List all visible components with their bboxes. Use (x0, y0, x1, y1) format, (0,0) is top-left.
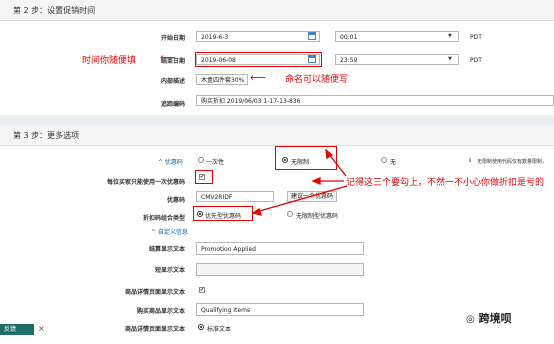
claim-unlimited-radio[interactable] (282, 157, 288, 163)
time-note: 时间你随便填 (82, 56, 137, 66)
coupon-label: 优惠码 (166, 197, 185, 204)
chevron-down-icon: ▼ (448, 33, 452, 39)
claim-hint: 无限制使用代码仅有数量限制。 (477, 159, 548, 165)
purchase-text-input[interactable]: Qualifying Items (196, 303, 364, 316)
combo-priority-label: 优先型优惠码 (205, 213, 242, 220)
per-customer-label: 每位买家只能使用一次优惠码 (106, 179, 185, 186)
combo-unlimited-label: 无限制型优惠码 (296, 213, 339, 220)
timezone-label: PDT (470, 34, 482, 41)
arrow-left-icon: ⟵ (250, 71, 266, 84)
detail-display-checkbox[interactable]: ✔ (199, 287, 205, 293)
info-icon: ℹ (469, 157, 472, 164)
purchase-text-value: Qualifying Items (201, 307, 251, 314)
internal-desc-value: 木盒四件套30% (201, 77, 245, 84)
claim-code-toggle[interactable]: ^ 优惠码 (158, 157, 183, 166)
name-note: 命名可以随便写 (285, 75, 349, 85)
start-date-value: 2019-6-3 (201, 34, 229, 41)
checkout-text-value: Promotion Applied (201, 246, 256, 253)
coupon-value: CMV2RIDF (201, 194, 233, 201)
feedback-tab[interactable]: 反馈 (0, 324, 34, 335)
claim-unlimited-label: 无限制 (291, 159, 310, 166)
claim-none-radio[interactable] (381, 157, 387, 163)
step2-header: 第 2 步：设置促销时间 (0, 0, 554, 21)
calendar-icon[interactable] (308, 32, 316, 40)
purchase-text-label: 购买商品显示文本 (136, 308, 185, 315)
tracking-value: 购买折扣 2019/06/03 1-17-13-836 (201, 98, 301, 105)
check-icon: ✔ (200, 287, 205, 293)
internal-desc-input[interactable]: 木盒四件套30% (196, 74, 248, 85)
step2-title: 第 2 步：设置促销时间 (13, 6, 96, 15)
combo-type-label: 折扣码组合类型 (142, 215, 185, 222)
tracking-label: 追踪编码 (160, 101, 185, 108)
detail-page-label: 商品详情页面显示文本 (124, 326, 185, 333)
start-time-value: 00:01 (340, 34, 358, 41)
internal-desc-label: 内部描述 (160, 78, 185, 85)
wechat-icon: ◎ (466, 314, 475, 325)
checkout-text-input[interactable]: Promotion Applied (196, 242, 364, 255)
end-time-value: 23:59 (340, 57, 358, 64)
start-date-label: 开始日期 (160, 35, 185, 42)
checkout-text-label: 结算显示文本 (148, 246, 185, 253)
combo-priority-radio[interactable] (197, 211, 203, 217)
start-time-select[interactable]: 00:01 (335, 31, 459, 42)
close-icon[interactable]: × (38, 324, 45, 333)
watermark: ◎ 跨境呗 (466, 310, 512, 326)
tracking-input[interactable]: 购买折扣 2019/06/03 1-17-13-836 (196, 95, 554, 106)
custom-info-toggle[interactable]: ^ 自定义信息 (151, 227, 188, 236)
per-customer-checkbox[interactable]: ✔ (199, 174, 205, 180)
date-highlight-box (195, 52, 322, 67)
end-time-select[interactable]: 23:59 (335, 54, 459, 65)
short-text-label: 短显示文本 (154, 267, 185, 274)
detail-display-label: 商品详情页面显示文本 (124, 289, 185, 296)
coupon-input[interactable]: CMV2RIDF (196, 191, 274, 202)
feedback-label: 反馈 (4, 326, 17, 333)
timezone-label: PDT (470, 57, 482, 64)
detail-page-option: 标准文本 (207, 326, 232, 333)
detail-page-radio[interactable] (198, 324, 204, 330)
claim-once-label: 一次性 (206, 159, 225, 166)
combo-unlimited-radio[interactable] (287, 211, 293, 217)
claim-once-radio[interactable] (198, 157, 204, 163)
watermark-text: 跨境呗 (478, 312, 512, 325)
suggest-code-button[interactable]: 建议一个优惠码 (287, 191, 337, 202)
step3-header: 第 3 步：更多选项 (0, 125, 554, 146)
short-text-input[interactable] (196, 263, 364, 276)
step3-title: 第 3 步：更多选项 (13, 131, 80, 140)
check-note: 记得这三个要勾上，不然一不小心你做折扣是亏的 (346, 178, 545, 188)
start-date-input[interactable]: 2019-6-3 (196, 31, 320, 42)
chevron-down-icon: ▼ (448, 56, 452, 62)
arrow-left-icon: ⟵ (160, 51, 176, 64)
check-icon: ✔ (200, 174, 205, 180)
claim-none-label: 无 (390, 159, 397, 166)
